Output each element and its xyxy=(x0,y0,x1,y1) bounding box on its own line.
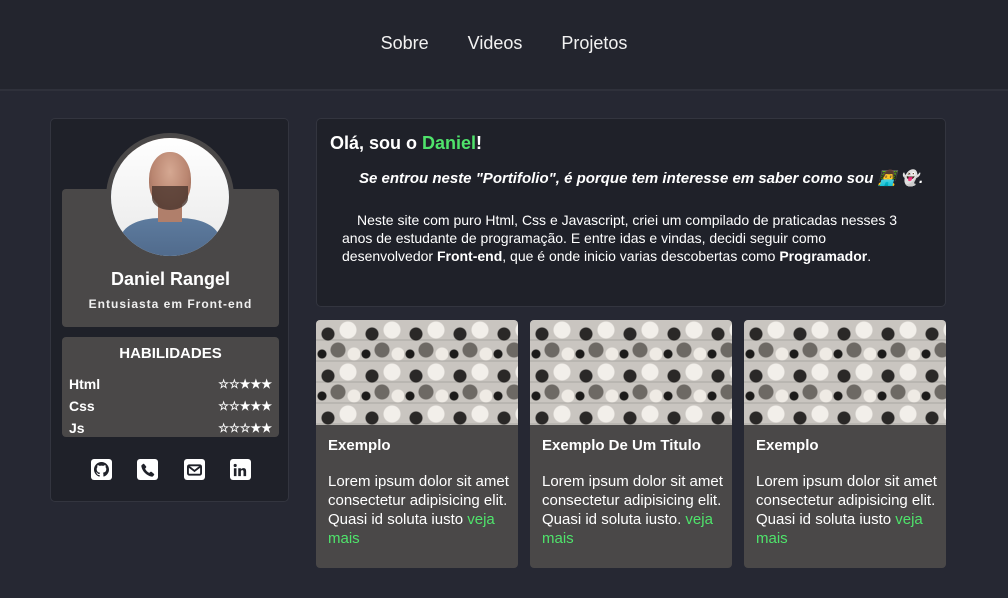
card-title: Exemplo xyxy=(756,437,819,454)
skill-name: Html xyxy=(69,376,101,392)
project-card[interactable]: Exemplo De Um Titulo Lorem ipsum dolor s… xyxy=(530,320,732,568)
card-image xyxy=(744,320,946,425)
intro-name: Daniel xyxy=(422,133,477,153)
profile-panel: Daniel Rangel Entusiasta em Front-end HA… xyxy=(50,118,289,502)
skill-name: Js xyxy=(69,420,85,436)
email-icon[interactable] xyxy=(183,459,205,480)
profile-name: Daniel Rangel xyxy=(110,269,231,289)
star-rating: ☆☆★★★ xyxy=(218,399,272,413)
nav-link-sobre[interactable]: Sobre xyxy=(381,33,429,56)
project-card[interactable]: Exemplo Lorem ipsum dolor sit amet conse… xyxy=(744,320,946,568)
skills-title: HABILIDADES xyxy=(119,345,222,362)
intro-title: Olá, sou o Daniel! xyxy=(330,133,483,153)
star-rating: ☆☆★★★ xyxy=(218,377,272,391)
card-text: Lorem ipsum dolor sit amet consectetur a… xyxy=(542,473,723,547)
nav-link-projetos[interactable]: Projetos xyxy=(561,33,627,56)
linkedin-icon[interactable] xyxy=(229,459,251,480)
card-text: Lorem ipsum dolor sit amet consectetur a… xyxy=(756,473,937,547)
github-icon[interactable] xyxy=(91,459,112,480)
avatar xyxy=(111,138,229,256)
intro-panel: Olá, sou o Daniel! Se entrou neste "Port… xyxy=(316,118,946,307)
skills-box: HABILIDADES Html ☆☆★★★ Css ☆☆★★★ Js ☆☆☆★… xyxy=(62,337,279,437)
skill-row-css: Css ☆☆★★★ xyxy=(69,398,272,414)
skill-name: Css xyxy=(69,398,95,414)
card-image xyxy=(530,320,732,425)
card-title: Exemplo xyxy=(328,437,391,454)
card-title: Exemplo De Um Titulo xyxy=(542,437,701,454)
card-text: Lorem ipsum dolor sit amet consectetur a… xyxy=(328,473,509,547)
intro-body: Neste site com puro Html, Css e Javascri… xyxy=(342,212,897,264)
profile-subtitle: Entusiasta em Front-end xyxy=(88,297,253,311)
card-image xyxy=(316,320,518,425)
project-card[interactable]: Exemplo Lorem ipsum dolor sit amet conse… xyxy=(316,320,518,568)
skill-row-js: Js ☆☆☆★★ xyxy=(69,420,272,436)
star-rating: ☆☆☆★★ xyxy=(218,421,272,435)
skill-row-html: Html ☆☆★★★ xyxy=(69,376,272,392)
top-nav: Sobre Videos Projetos xyxy=(0,0,1008,91)
phone-icon[interactable] xyxy=(137,459,159,480)
intro-quote: Se entrou neste "Portifolio", é porque t… xyxy=(359,170,924,187)
avatar-frame xyxy=(106,133,234,261)
nav-link-videos[interactable]: Videos xyxy=(468,33,523,56)
social-links xyxy=(91,459,251,480)
